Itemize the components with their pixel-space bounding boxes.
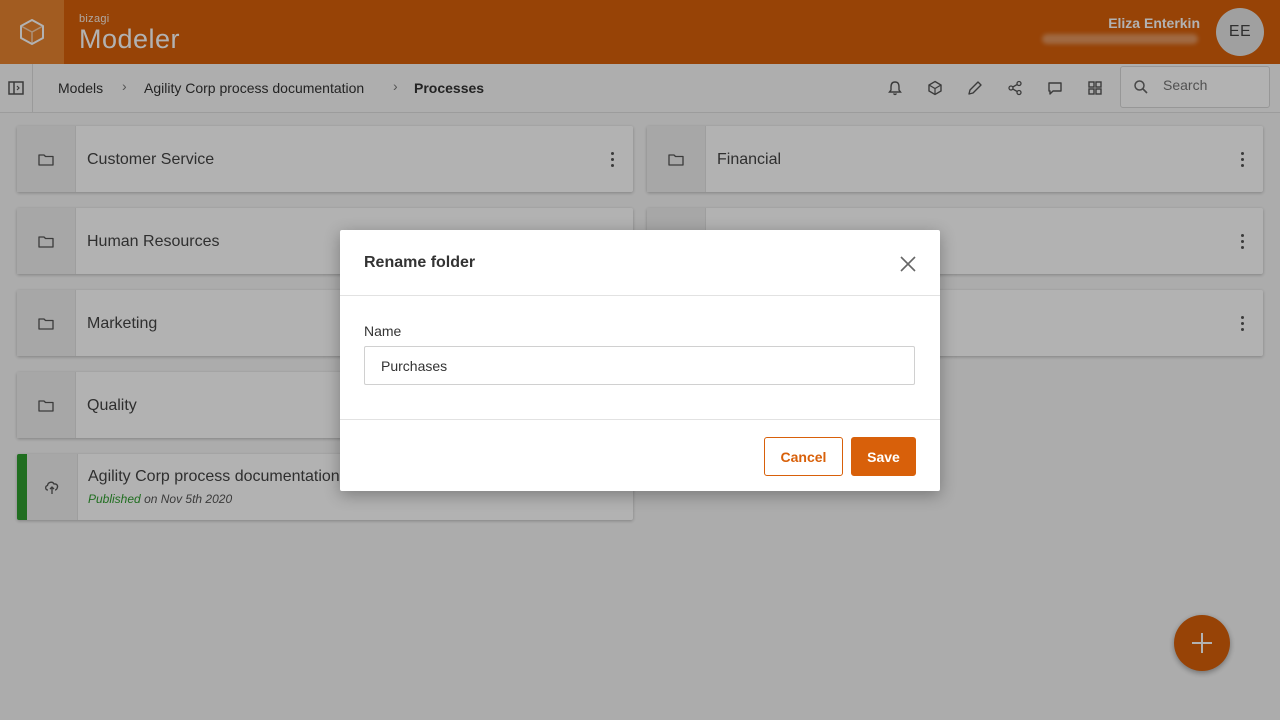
dialog-title: Rename folder bbox=[364, 254, 476, 271]
cancel-button[interactable]: Cancel bbox=[764, 437, 843, 476]
dialog-header: Rename folder bbox=[340, 230, 940, 296]
folder-name-input[interactable] bbox=[364, 346, 915, 385]
dialog-footer: Cancel Save bbox=[340, 419, 940, 491]
save-button[interactable]: Save bbox=[851, 437, 916, 476]
close-icon[interactable] bbox=[896, 252, 920, 276]
rename-folder-dialog: Rename folder Name Cancel Save bbox=[340, 230, 940, 491]
name-field-label: Name bbox=[364, 323, 402, 339]
